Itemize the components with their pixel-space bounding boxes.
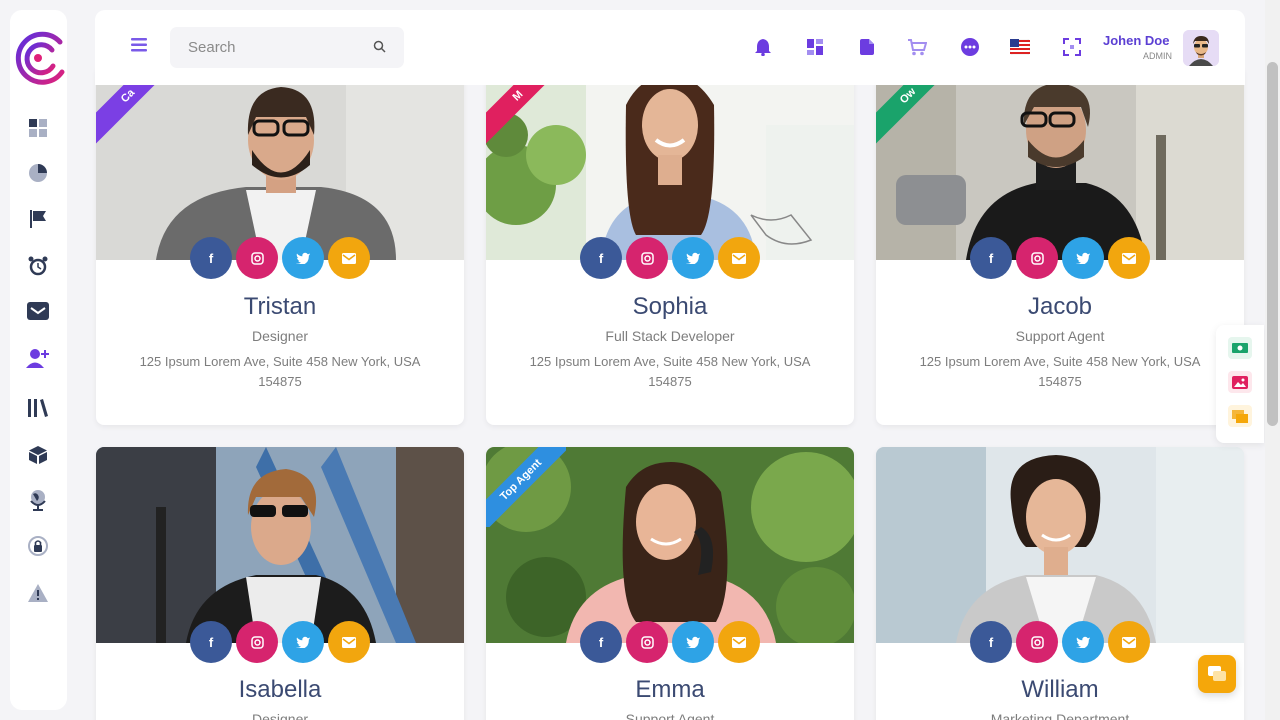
profile-name[interactable]: William: [876, 676, 1244, 704]
profile-address: 125 Ipsum Lorem Ave, Suite 458 New York,…: [139, 354, 421, 389]
brand-logo[interactable]: [10, 28, 67, 88]
profile-card: M f Sophia Full Stack Developer 125 Ipsu…: [486, 65, 854, 425]
library-icon[interactable]: [26, 396, 50, 420]
image-icon[interactable]: [1228, 371, 1252, 393]
facebook-icon[interactable]: f: [190, 237, 232, 279]
hamburger-menu-icon[interactable]: [131, 38, 147, 54]
user-name[interactable]: Johen Doe: [1103, 33, 1169, 48]
profile-role: Designer: [251, 711, 309, 720]
profile-name[interactable]: Isabella: [96, 676, 464, 704]
twitter-icon[interactable]: [672, 237, 714, 279]
profile-card: Ca f Tristan Designer 125 Ipsum Lorem Av…: [96, 65, 464, 425]
facebook-icon[interactable]: f: [970, 621, 1012, 663]
profile-role: Designer: [251, 328, 309, 344]
chat-support-button[interactable]: [1198, 655, 1236, 693]
profile-address: 125 Ipsum Lorem Ave, Suite 458 New York,…: [529, 354, 811, 389]
facebook-icon[interactable]: f: [580, 621, 622, 663]
fullscreen-icon[interactable]: [1062, 37, 1082, 57]
profile-role: Marketing Department: [990, 711, 1130, 720]
money-icon[interactable]: [1228, 337, 1252, 359]
folder-icon[interactable]: [1228, 405, 1252, 427]
scrollbar-thumb[interactable]: [1267, 62, 1278, 426]
twitter-icon[interactable]: [282, 621, 324, 663]
profile-card: Ow f Jacob Support Agent 125 Ipsum Lorem…: [876, 65, 1244, 425]
facebook-icon[interactable]: f: [190, 621, 232, 663]
search-input[interactable]: [170, 27, 404, 68]
apps-icon[interactable]: [805, 37, 825, 57]
social-links: f: [970, 237, 1150, 281]
instagram-icon[interactable]: [626, 237, 668, 279]
profile-card: Top Agent f Emma Support Agent: [486, 447, 854, 720]
profile-role: Full Stack Developer: [605, 328, 735, 344]
profile-photo: [96, 447, 464, 643]
twitter-icon[interactable]: [1062, 237, 1104, 279]
profile-name[interactable]: Emma: [486, 676, 854, 704]
chat-icon[interactable]: [960, 37, 980, 57]
alarm-icon[interactable]: [26, 254, 50, 278]
instagram-icon[interactable]: [236, 621, 278, 663]
profile-photo: [876, 447, 1244, 643]
profile-role: Support Agent: [1015, 328, 1105, 344]
profile-card: f William Marketing Department: [876, 447, 1244, 720]
bell-icon[interactable]: [753, 37, 773, 57]
add-user-icon[interactable]: [26, 346, 50, 370]
instagram-icon[interactable]: [1016, 237, 1058, 279]
social-links: f: [190, 237, 370, 281]
file-icon[interactable]: [857, 37, 877, 57]
us-flag-icon[interactable]: [1010, 37, 1030, 57]
email-icon[interactable]: [1108, 237, 1150, 279]
profile-address: 125 Ipsum Lorem Ave, Suite 458 New York,…: [919, 354, 1201, 389]
globe-icon[interactable]: [26, 488, 50, 512]
profile-name[interactable]: Sophia: [486, 293, 854, 321]
profile-name[interactable]: Jacob: [876, 293, 1244, 321]
dashboard-icon[interactable]: [26, 116, 50, 140]
quick-actions-panel: [1216, 325, 1264, 443]
instagram-icon[interactable]: [236, 237, 278, 279]
social-links: f: [190, 621, 370, 665]
cube-icon[interactable]: [26, 443, 50, 467]
twitter-icon[interactable]: [282, 237, 324, 279]
social-links: f: [580, 237, 760, 281]
pie-chart-icon[interactable]: [26, 161, 50, 185]
warning-icon[interactable]: [26, 581, 50, 605]
lock-icon[interactable]: [26, 534, 50, 558]
avatar[interactable]: [1183, 30, 1219, 66]
flag-icon[interactable]: [26, 207, 50, 231]
ribbon-badge: Top Agent: [486, 447, 566, 527]
search-icon[interactable]: [373, 40, 386, 58]
email-icon[interactable]: [1108, 621, 1150, 663]
profile-role: Support Agent: [625, 711, 715, 720]
instagram-icon[interactable]: [1016, 621, 1058, 663]
email-icon[interactable]: [718, 237, 760, 279]
instagram-icon[interactable]: [626, 621, 668, 663]
user-role: ADMIN: [1143, 51, 1172, 61]
social-links: f: [580, 621, 760, 665]
twitter-icon[interactable]: [672, 621, 714, 663]
profile-name[interactable]: Tristan: [96, 293, 464, 321]
facebook-icon[interactable]: f: [580, 237, 622, 279]
search-box: [170, 27, 404, 68]
facebook-icon[interactable]: f: [970, 237, 1012, 279]
top-header: Johen Doe ADMIN: [95, 10, 1245, 85]
profile-card: f Isabella Designer: [96, 447, 464, 720]
email-icon[interactable]: [718, 621, 760, 663]
twitter-icon[interactable]: [1062, 621, 1104, 663]
social-links: f: [970, 621, 1150, 665]
email-icon[interactable]: [328, 237, 370, 279]
sidebar: [10, 10, 67, 710]
email-icon[interactable]: [328, 621, 370, 663]
mail-icon[interactable]: [26, 299, 50, 323]
cart-icon[interactable]: [907, 37, 927, 57]
